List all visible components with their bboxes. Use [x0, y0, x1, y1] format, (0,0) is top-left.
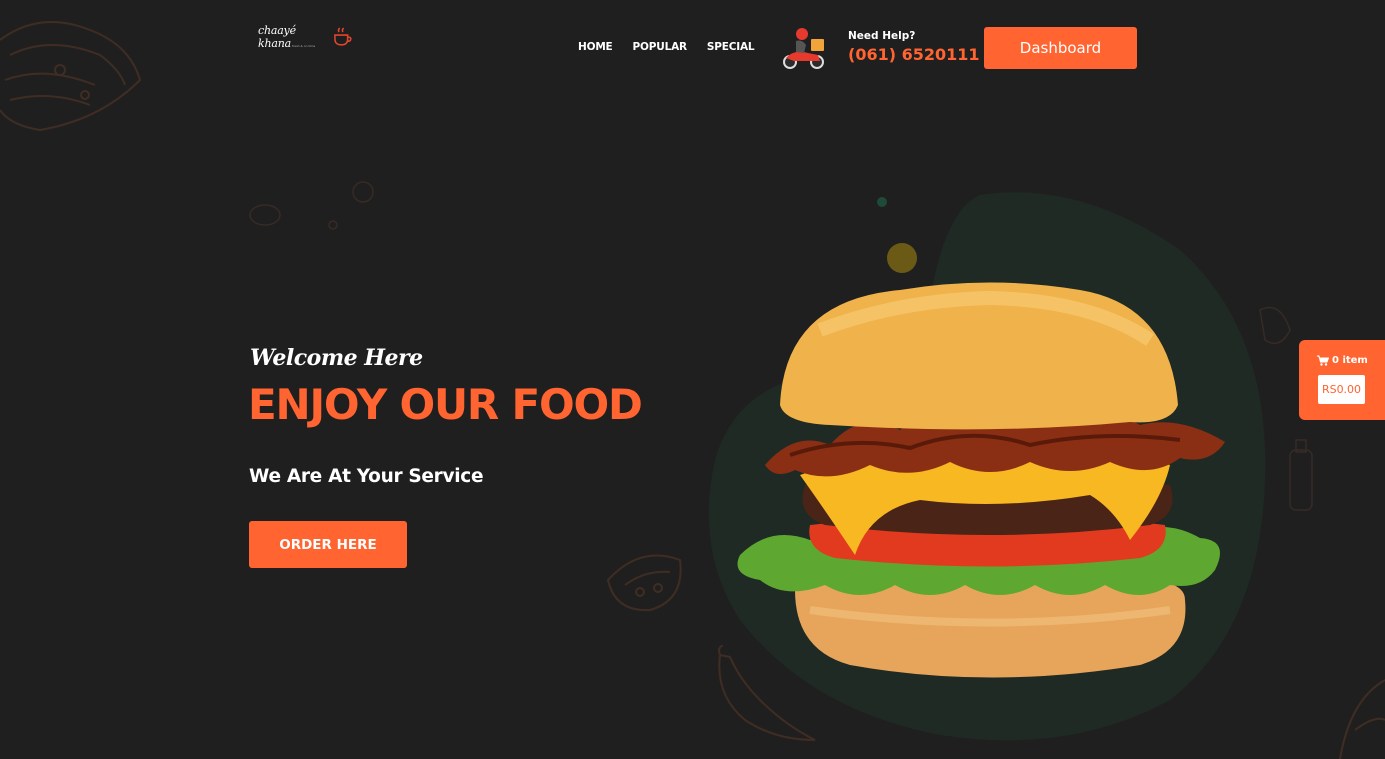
site-logo[interactable]: chaayé khana fresh & on time: [258, 22, 354, 52]
decor-dot-small: [877, 197, 887, 207]
sandwich-doodle-icon: [0, 21, 142, 132]
hero-headline: ENJOY OUR FOOD: [248, 380, 643, 429]
help-phone-number[interactable]: (061) 6520111: [848, 45, 980, 64]
nav-home-link[interactable]: HOME: [578, 41, 613, 53]
order-here-button[interactable]: ORDER HERE: [249, 521, 407, 568]
nav-popular-link[interactable]: POPULAR: [633, 41, 688, 53]
nav-special-link[interactable]: SPECIAL: [707, 41, 755, 53]
need-help-label: Need Help?: [848, 30, 916, 42]
tomato-slice-doodle-icon: [606, 554, 682, 612]
cart-total: RS0.00: [1318, 375, 1365, 404]
cart-icon: [1317, 355, 1329, 366]
garlic-doodle-icon: [249, 181, 374, 230]
leaf-doodle-icon: [1339, 679, 1385, 759]
page: chaayé khana fresh & on time HOME POPULA…: [0, 0, 1385, 759]
tea-cup-icon: [334, 27, 353, 46]
cart-widget[interactable]: 0 item RS0.00: [1299, 340, 1385, 420]
hero-tagline: We Are At Your Service: [249, 466, 484, 487]
cart-count-text: 0 item: [1332, 355, 1368, 366]
cart-count: 0 item: [1317, 355, 1368, 366]
burger-image: [708, 192, 1266, 741]
delivery-scooter-icon: [783, 28, 824, 69]
decor-dot-yellow: [887, 243, 917, 273]
main-nav: HOME POPULAR SPECIAL: [578, 41, 755, 53]
dashboard-button[interactable]: Dashboard: [984, 27, 1137, 69]
logo-subtext: fresh & on time: [292, 44, 316, 48]
welcome-text: Welcome Here: [250, 345, 423, 371]
